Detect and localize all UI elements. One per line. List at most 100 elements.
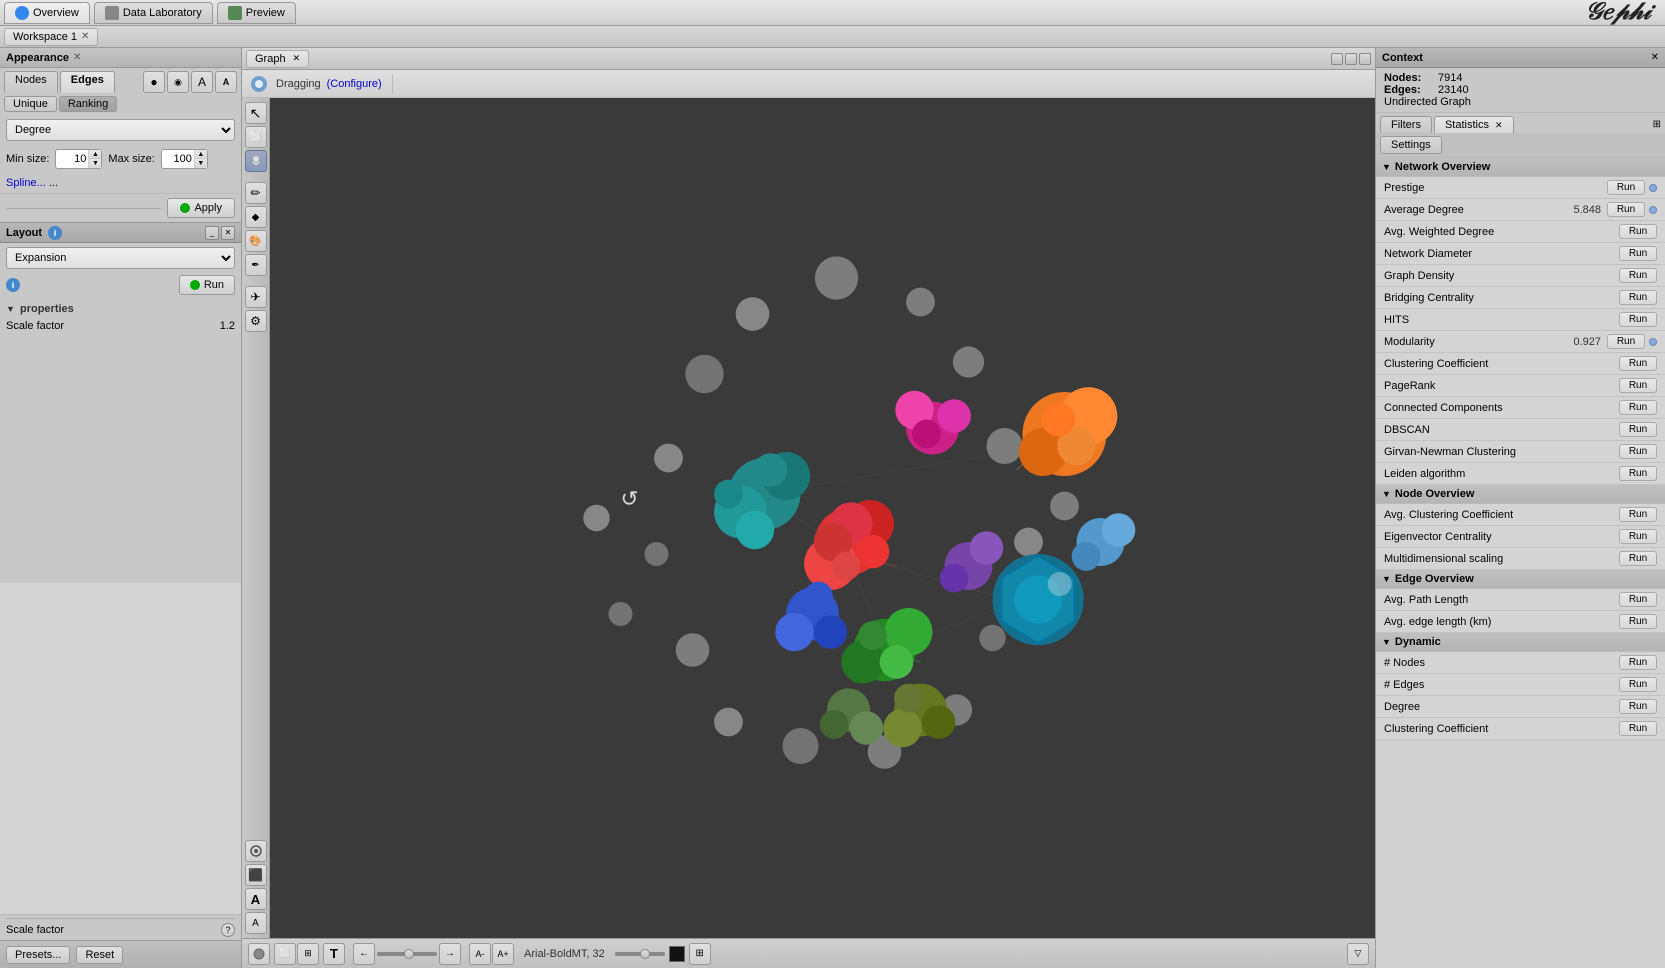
network-toggle[interactable]: ▼ [1382,162,1391,172]
tab-ranking[interactable]: Ranking [59,96,117,112]
stats-tab-close[interactable]: ✕ [1495,120,1503,130]
avg-clustering-coeff-run-btn[interactable]: Run [1619,507,1657,522]
appearance-close-icon[interactable]: ✕ [73,52,81,63]
plane-tool-btn[interactable]: ✈ [245,286,267,308]
text-small-btn[interactable]: A [245,912,267,934]
tab-nodes[interactable]: Nodes [4,71,58,93]
font-thumb[interactable] [640,949,650,959]
pagerank-run-btn[interactable]: Run [1619,378,1657,393]
help-icon[interactable]: ? [221,923,235,937]
avg-degree-run-btn[interactable]: Run [1607,202,1645,217]
settings-button[interactable]: Settings [1380,136,1442,154]
eigenvector-run-btn[interactable]: Run [1619,529,1657,544]
node-btn[interactable] [248,943,270,965]
leiden-run-btn[interactable]: Run [1619,466,1657,481]
spline-link[interactable]: Spline... [6,177,46,189]
expand-icon[interactable]: ⊞ [1653,119,1661,130]
zoom-out-btn[interactable]: ← [353,943,375,965]
square-tool-btn[interactable]: ⬛ [245,864,267,886]
graph-density-run-btn[interactable]: Run [1619,268,1657,283]
tab-data-laboratory[interactable]: Data Laboratory [94,2,213,24]
min-size-down[interactable]: ▼ [89,159,101,168]
dynamic-toggle[interactable]: ▼ [1382,637,1391,647]
zoom-track-left[interactable] [377,952,437,956]
node-vis-btn[interactable] [245,840,267,862]
text-btn[interactable]: T [323,943,345,965]
label-icon[interactable]: A [191,71,213,93]
max-size-spinner[interactable]: ▲ ▼ [161,149,208,169]
tab-statistics[interactable]: Statistics ✕ [1434,116,1514,133]
graph-canvas[interactable]: ↺ [270,98,1375,938]
max-size-down[interactable]: ▼ [195,159,207,168]
configure-link[interactable]: (Configure) [327,78,382,90]
degree-dynamic-run-btn[interactable]: Run [1619,699,1657,714]
restore-graph-btn[interactable] [1345,53,1357,65]
node-toggle[interactable]: ▼ [1382,489,1391,499]
view-btn2[interactable]: ⊞ [297,943,319,965]
prestige-run-btn[interactable]: Run [1607,180,1645,195]
drag-tool-btn[interactable] [245,150,267,172]
reset-button[interactable]: Reset [76,946,123,964]
clustering-coeff-dynamic-run-btn[interactable]: Run [1619,721,1657,736]
cursor-tool-btn[interactable]: ↖ [245,102,267,124]
tab-edges[interactable]: Edges [60,71,115,93]
apply-button[interactable]: Apply [167,198,235,218]
paint-tool-btn[interactable]: 🎨 [245,230,267,252]
avg-path-length-run-btn[interactable]: Run [1619,592,1657,607]
max-size-up[interactable]: ▲ [195,150,207,159]
color-wheel-icon[interactable]: ● [143,71,165,93]
graph-tab[interactable]: Graph ✕ [246,50,309,68]
layout-info-icon2[interactable]: i [6,278,20,292]
workspace-tab[interactable]: Workspace 1 ✕ [4,28,98,46]
label-size-icon[interactable]: A [215,71,237,93]
girvan-newman-run-btn[interactable]: Run [1619,444,1657,459]
avg-weighted-degree-run-btn[interactable]: Run [1619,224,1657,239]
modularity-run-btn[interactable]: Run [1607,334,1645,349]
marker-tool-btn[interactable]: ✒ [245,254,267,276]
min-size-up[interactable]: ▲ [89,150,101,159]
rect-select-btn[interactable]: ⬜ [245,126,267,148]
connected-components-run-btn[interactable]: Run [1619,400,1657,415]
run-button[interactable]: Run [179,275,235,295]
tab-overview[interactable]: Overview [4,2,90,24]
view-btn1[interactable]: ⬜ [274,943,296,965]
close-layout-btn[interactable]: ✕ [221,226,235,240]
min-size-input[interactable] [56,153,88,165]
zoom-in-btn[interactable]: → [439,943,461,965]
text-a-btn[interactable]: A [245,888,267,910]
clustering-coeff-run-btn[interactable]: Run [1619,356,1657,371]
edge-toggle[interactable]: ▼ [1382,574,1391,584]
bridging-centrality-run-btn[interactable]: Run [1619,290,1657,305]
gem-tool-btn[interactable]: ◆ [245,206,267,228]
dbscan-run-btn[interactable]: Run [1619,422,1657,437]
expansion-dropdown[interactable]: Expansion [6,247,235,269]
multidimensional-run-btn[interactable]: Run [1619,551,1657,566]
graph-settings-btn[interactable]: ⊞ [689,943,711,965]
num-nodes-run-btn[interactable]: Run [1619,655,1657,670]
max-size-input[interactable] [162,153,194,165]
maximize-graph-btn[interactable] [1359,53,1371,65]
minimize-layout-btn[interactable]: _ [205,226,219,240]
bottom-right-btn[interactable]: ▽ [1347,943,1369,965]
workspace-close-icon[interactable]: ✕ [81,31,89,42]
zoom-thumb-left[interactable] [404,949,414,959]
font-track[interactable] [615,952,665,956]
settings-tool-btn[interactable]: ⚙ [245,310,267,332]
min-size-spinner[interactable]: ▲ ▼ [55,149,102,169]
font-small-btn[interactable]: A- [469,943,491,965]
hits-run-btn[interactable]: Run [1619,312,1657,327]
color-box[interactable] [669,946,685,962]
degree-dropdown[interactable]: Degree [6,119,235,141]
avg-edge-length-run-btn[interactable]: Run [1619,614,1657,629]
pencil-tool-btn[interactable]: ✏ [245,182,267,204]
network-diameter-run-btn[interactable]: Run [1619,246,1657,261]
minimize-graph-btn[interactable] [1331,53,1343,65]
font-large-btn[interactable]: A+ [492,943,514,965]
presets-button[interactable]: Presets... [6,946,70,964]
size-icon[interactable]: ◉ [167,71,189,93]
tab-preview[interactable]: Preview [217,2,296,24]
tab-unique[interactable]: Unique [4,96,57,112]
num-edges-run-btn[interactable]: Run [1619,677,1657,692]
context-close[interactable]: ✕ [1651,52,1659,63]
graph-tab-close[interactable]: ✕ [293,53,301,64]
